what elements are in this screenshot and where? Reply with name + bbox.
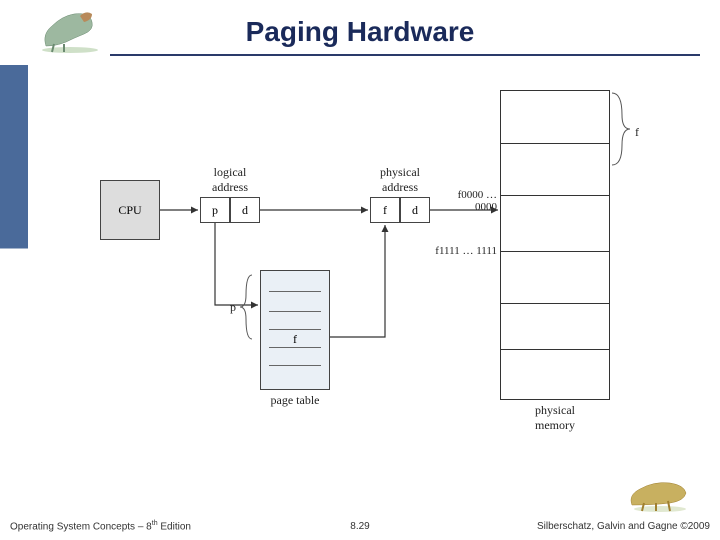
title-underline [110, 54, 700, 56]
logical-address-label: logical address [200, 165, 260, 195]
page-table-p-label: p [230, 300, 236, 315]
footer-dinosaur-icon [626, 473, 694, 518]
frame-bottom-label: f1111 … 1111 [435, 245, 497, 257]
physical-memory-label: physical memory [500, 403, 610, 433]
left-sidebar [0, 0, 28, 540]
brace-f-label: f [635, 125, 639, 140]
page-table-label: page table [260, 393, 330, 408]
frame-top-label: f0000 … 0000 [435, 189, 497, 213]
physical-address-label: physical address [370, 165, 430, 195]
paging-diagram: CPU p d logical address f d physical add… [100, 85, 660, 445]
page-table-box [260, 270, 330, 390]
page-table-f-entry: f [260, 332, 330, 347]
physical-d-cell: d [400, 197, 430, 223]
cpu-box: CPU [100, 180, 160, 240]
logical-p-cell: p [200, 197, 230, 223]
page-title: Paging Hardware [0, 16, 720, 48]
logical-d-cell: d [230, 197, 260, 223]
physical-f-cell: f [370, 197, 400, 223]
physical-memory-box [500, 90, 610, 400]
footer-copyright: Silberschatz, Galvin and Gagne ©2009 [537, 521, 710, 532]
